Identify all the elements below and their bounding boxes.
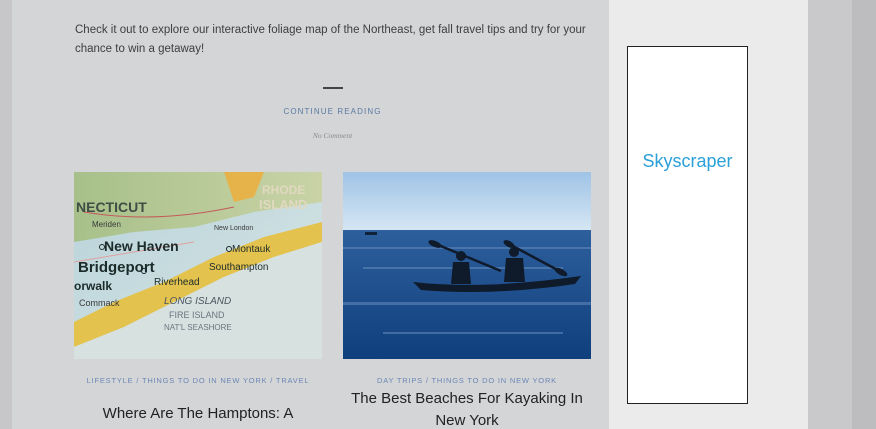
continue-reading-link[interactable]: CONTINUE READING <box>12 107 653 116</box>
svg-text:Southampton: Southampton <box>209 262 269 273</box>
svg-text:Montauk: Montauk <box>232 244 271 255</box>
divider <box>323 87 343 89</box>
svg-text:New Haven: New Haven <box>104 238 179 254</box>
card-title[interactable]: Where Are The Hamptons: A <box>74 403 322 425</box>
skyscraper-ad[interactable]: Skyscraper <box>627 46 748 404</box>
right-gutter <box>808 0 876 429</box>
svg-text:Meriden: Meriden <box>92 220 121 229</box>
left-gutter <box>0 0 12 429</box>
svg-text:New London: New London <box>214 225 253 232</box>
svg-text:orwalk: orwalk <box>74 279 112 293</box>
hamptons-map-image[interactable]: NECTICUT RHODE ISLAND New Haven Montauk … <box>74 172 322 359</box>
svg-text:Commack: Commack <box>79 298 120 308</box>
svg-text:RHODE: RHODE <box>262 183 305 197</box>
page: Check it out to explore our interactive … <box>0 0 876 429</box>
svg-text:NECTICUT: NECTICUT <box>76 199 147 215</box>
ad-label: Skyscraper <box>642 151 733 171</box>
svg-text:Riverhead: Riverhead <box>154 277 200 288</box>
svg-text:ISLAND: ISLAND <box>259 197 307 212</box>
svg-text:NAT'L SEASHORE: NAT'L SEASHORE <box>164 323 232 332</box>
svg-text:FIRE ISLAND: FIRE ISLAND <box>169 310 225 320</box>
card-categories[interactable]: LIFESTYLE / THINGS TO DO IN NEW YORK / T… <box>74 375 322 386</box>
card-categories[interactable]: DAY TRIPS / THINGS TO DO IN NEW YORK <box>343 375 591 386</box>
comment-count[interactable]: No Comment <box>12 131 653 140</box>
kayak-image[interactable] <box>343 172 591 359</box>
article-excerpt: Check it out to explore our interactive … <box>75 24 586 55</box>
svg-text:LONG ISLAND: LONG ISLAND <box>164 296 231 307</box>
card-title[interactable]: The Best Beaches For Kayaking In New Yor… <box>343 388 591 429</box>
